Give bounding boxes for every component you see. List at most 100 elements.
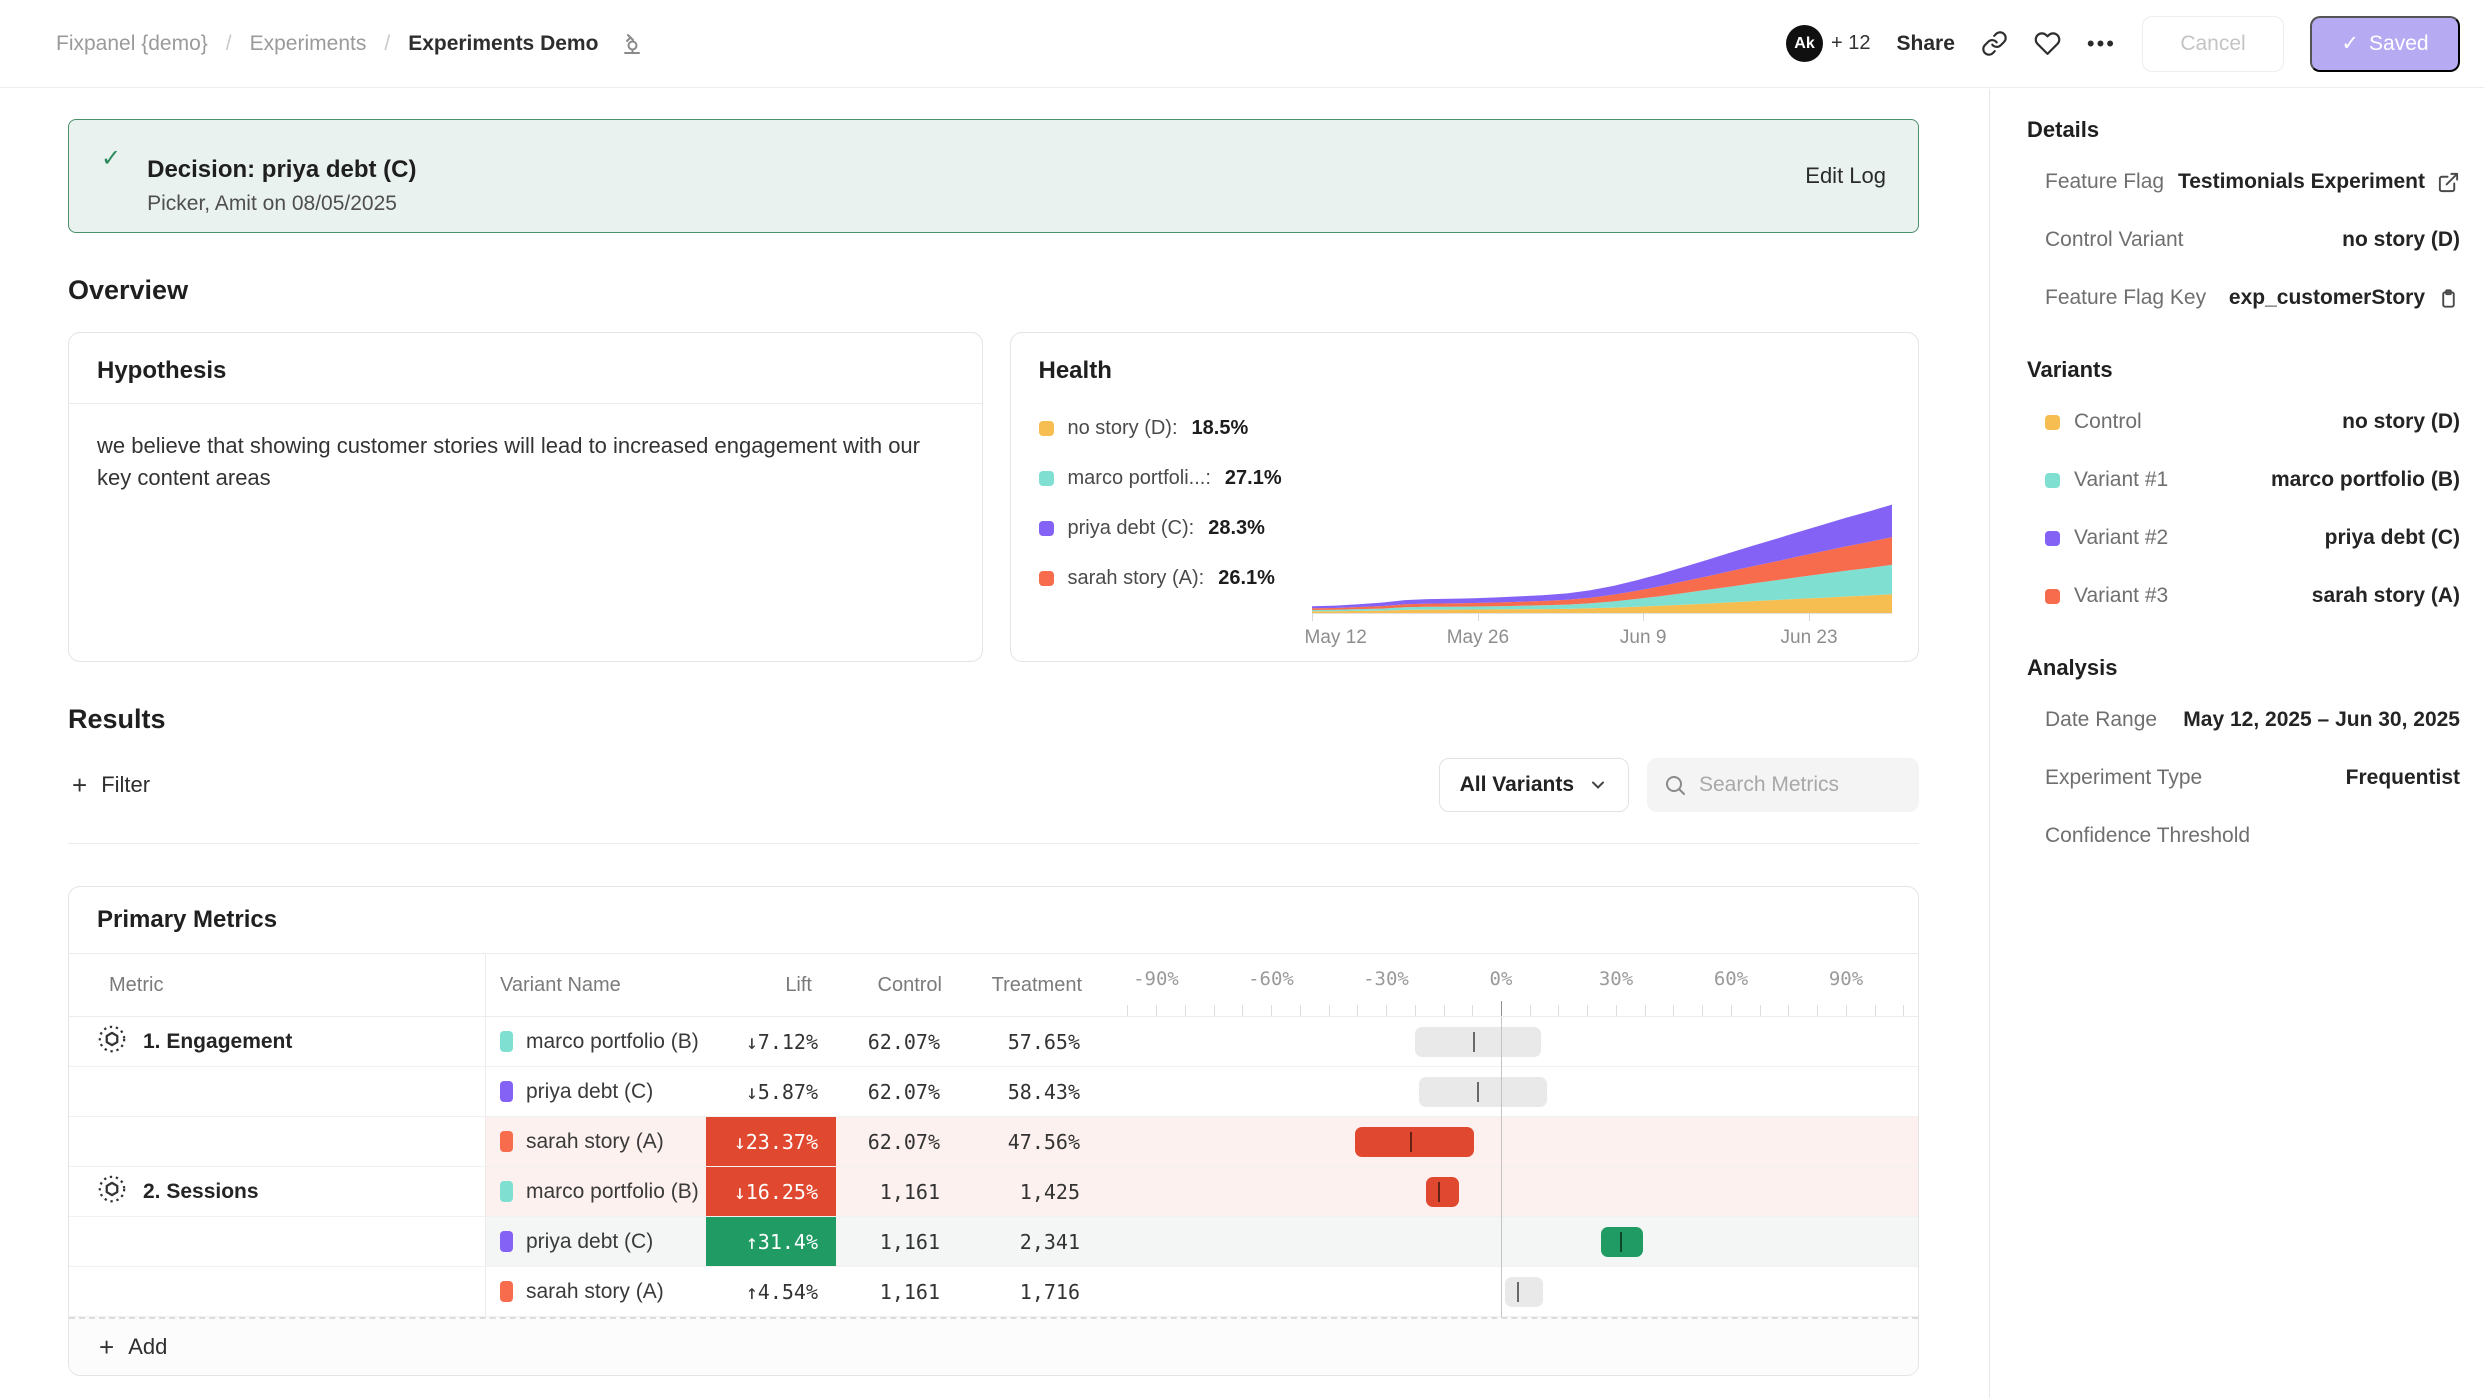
confidence-interval-cell (1106, 1067, 1918, 1116)
results-heading: Results (68, 704, 1919, 735)
metric-cell (69, 1067, 486, 1116)
variant-value: priya debt (C) (2325, 526, 2460, 550)
legend-item: marco portfoli...: 27.1% (1039, 467, 1341, 490)
breadcrumb-experiments[interactable]: Experiments (250, 32, 367, 56)
legend-value: 26.1% (1218, 567, 1275, 590)
variant-label-text: Variant #2 (2074, 526, 2168, 550)
control-value: 62.07% (836, 1117, 966, 1166)
lift-axis-tick (1242, 1005, 1243, 1016)
variant-label: Control (2045, 410, 2142, 434)
legend-label: sarah story (A): (1068, 567, 1205, 590)
lift-axis-label: 0% (1490, 968, 1513, 990)
table-row[interactable]: priya debt (C) ↓5.87% 62.07% 58.43% (69, 1067, 1918, 1117)
lift-axis-tick (1127, 1005, 1128, 1016)
lift-point-marker (1438, 1182, 1440, 1202)
avatar[interactable]: Ak (1786, 25, 1823, 62)
variants-dropdown[interactable]: All Variants (1439, 758, 1629, 812)
lift-axis-tick (1702, 1005, 1703, 1016)
lift-axis-tick (1156, 1005, 1157, 1016)
lift-axis-tick (1616, 1005, 1617, 1016)
treatment-value: 57.65% (966, 1017, 1106, 1066)
search-icon (1663, 773, 1687, 797)
metric-name: 1. Engagement (143, 1030, 292, 1054)
lift-axis-tick (1587, 1005, 1588, 1016)
x-axis-label: May 26 (1447, 627, 1509, 649)
detail-label: Feature Flag Key (2045, 286, 2206, 310)
confidence-interval-bar (1355, 1127, 1474, 1157)
table-row[interactable]: priya debt (C) ↑31.4% 1,161 2,341 (69, 1217, 1918, 1267)
x-axis-tick (1643, 613, 1644, 621)
lift-value: ↓16.25% (706, 1167, 836, 1216)
details-sidebar: Details Feature Flag Testimonials Experi… (1991, 89, 2484, 1398)
table-row[interactable]: sarah story (A) ↑4.54% 1,161 1,716 (69, 1267, 1918, 1317)
hypothesis-title: Hypothesis (69, 333, 982, 404)
x-axis-tick (1478, 613, 1479, 621)
lift-value: ↓23.37% (706, 1117, 836, 1166)
saved-button[interactable]: ✓ Saved (2310, 16, 2460, 72)
lift-value: ↓5.87% (706, 1067, 836, 1116)
breadcrumb-project[interactable]: Fixpanel {demo} (56, 32, 208, 56)
legend-color-chip (1039, 471, 1054, 486)
lift-axis-tick (1444, 1005, 1445, 1016)
variant-value: no story (D) (2342, 410, 2460, 434)
detail-value: Testimonials Experiment (2178, 170, 2425, 194)
lift-axis-tick (1329, 1005, 1330, 1016)
confidence-interval-bar (1505, 1277, 1543, 1307)
variant-value: marco portfolio (B) (2271, 468, 2460, 492)
add-metric-button[interactable]: + Add (69, 1317, 1918, 1375)
favorite-heart-icon[interactable] (2034, 30, 2061, 57)
feature-flag-link[interactable]: Testimonials Experiment (2178, 170, 2460, 194)
detail-value: no story (D) (2342, 228, 2460, 252)
decision-subtitle: Picker, Amit on 08/05/2025 (147, 192, 1805, 216)
table-row[interactable]: sarah story (A) ↓23.37% 62.07% 47.56% (69, 1117, 1918, 1167)
lift-point-marker (1473, 1032, 1475, 1052)
lift-point-marker (1620, 1232, 1622, 1252)
legend-value: 18.5% (1192, 417, 1249, 440)
saved-label: Saved (2369, 32, 2429, 56)
lift-axis-label: 30% (1599, 968, 1633, 990)
variant-color-chip (500, 1081, 513, 1102)
legend-color-chip (1039, 571, 1054, 586)
external-link-icon[interactable] (2437, 171, 2460, 194)
hypothesis-card: Hypothesis we believe that showing custo… (68, 332, 983, 662)
search-metrics-input[interactable] (1699, 773, 1899, 797)
analysis-label: Experiment Type (2045, 766, 2202, 790)
health-legend: no story (D): 18.5% marco portfoli...: 2… (1011, 403, 1341, 590)
edit-log-link[interactable]: Edit Log (1805, 163, 1886, 189)
variants-rows: Control no story (D) Variant #1 marco po… (2027, 393, 2460, 625)
results-toolbar: + Filter All Variants (68, 757, 1919, 813)
variant-color-chip (2045, 589, 2060, 604)
lift-axis-label: 90% (1829, 968, 1863, 990)
more-menu-button[interactable]: ••• (2087, 31, 2116, 57)
breadcrumb-current: Experiments Demo (408, 32, 598, 56)
table-body: 1. Engagement marco portfolio (B) ↓7.12%… (69, 1017, 1918, 1317)
overview-cards: Hypothesis we believe that showing custo… (68, 332, 1919, 662)
variant-row-2: Variant #2 priya debt (C) (2027, 509, 2460, 567)
confidence-interval-bar (1419, 1077, 1547, 1107)
variant-cell: priya debt (C) (486, 1067, 706, 1116)
copy-icon[interactable] (2437, 287, 2460, 310)
table-row[interactable]: 1. Engagement marco portfolio (B) ↓7.12%… (69, 1017, 1918, 1067)
breadcrumb: Fixpanel {demo} / Experiments / Experime… (56, 32, 644, 56)
variant-name: priya debt (C) (526, 1230, 653, 1254)
add-filter-button[interactable]: + Filter (68, 772, 150, 798)
detail-row-feature-flag: Feature Flag Testimonials Experiment (2027, 153, 2460, 211)
collaborators[interactable]: Ak + 12 (1786, 25, 1870, 62)
variants-dropdown-label: All Variants (1460, 773, 1574, 797)
confidence-interval-bar (1601, 1227, 1643, 1257)
legend-value: 28.3% (1208, 517, 1265, 540)
legend-value: 27.1% (1225, 467, 1282, 490)
variant-label-text: Variant #1 (2074, 468, 2168, 492)
lift-axis-tick (1673, 1005, 1674, 1016)
lift-axis-label: 60% (1714, 968, 1748, 990)
table-row[interactable]: 2. Sessions marco portfolio (B) ↓16.25% … (69, 1167, 1918, 1217)
share-button[interactable]: Share (1897, 32, 1955, 56)
goal-icon (97, 1174, 127, 1209)
cancel-button[interactable]: Cancel (2142, 16, 2284, 72)
x-axis-label: Jun 23 (1781, 627, 1838, 649)
detail-value-text: no story (D) (2342, 228, 2460, 252)
copy-link-icon[interactable] (1981, 30, 2008, 57)
variant-cell: marco portfolio (B) (486, 1167, 706, 1216)
analysis-row-date-range: Date Range May 12, 2025 – Jun 30, 2025 (2027, 691, 2460, 749)
top-bar: Fixpanel {demo} / Experiments / Experime… (0, 0, 2484, 88)
